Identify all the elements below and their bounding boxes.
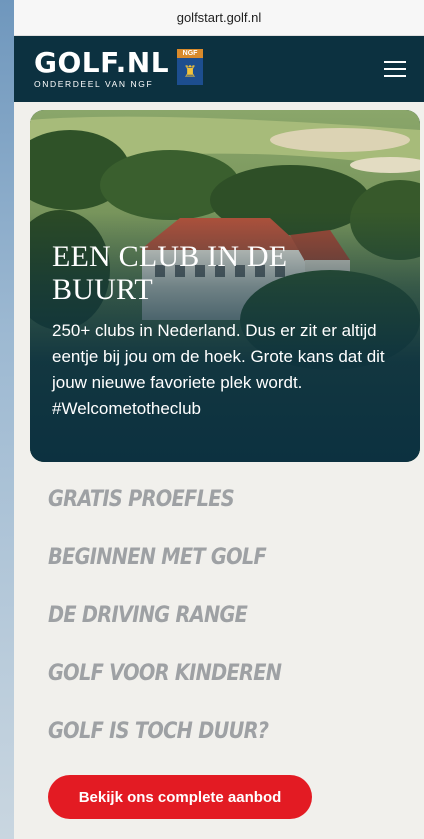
browser-url-bar[interactable]: golfstart.golf.nl: [14, 0, 424, 36]
logo-sub-text: ONDERDEEL VAN NGF: [34, 79, 154, 89]
hero-description: 250+ clubs in Nederland. Dus er zit er a…: [52, 321, 385, 418]
link-gratis-proefles[interactable]: GRATIS PROEFLES: [48, 487, 281, 545]
link-golf-voor-kinderen[interactable]: GOLF VOOR KINDEREN: [48, 661, 282, 719]
ngf-badge-label: NGF: [177, 49, 204, 58]
hero-title: EEN CLUB IN DE BUURT: [52, 240, 288, 306]
link-golf-is-toch-duur[interactable]: GOLF IS TOCH DUUR?: [48, 719, 281, 777]
ngf-lion-shield-icon: NGF ♜: [177, 49, 204, 87]
site-header: GOLF.NL ONDERDEEL VAN NGF NGF ♜: [14, 36, 424, 102]
hamburger-menu-icon[interactable]: [384, 55, 412, 83]
link-driving-range[interactable]: DE DRIVING RANGE: [48, 603, 281, 661]
lion-icon: ♜: [177, 58, 204, 85]
url-text: golfstart.golf.nl: [176, 10, 262, 25]
hero-card[interactable]: EEN CLUB IN DE BUURT 250+ clubs in Neder…: [30, 110, 420, 462]
link-beginnen-met-golf[interactable]: BEGINNEN MET GOLF: [48, 545, 281, 603]
complete-offer-button[interactable]: Bekijk ons complete aanbod: [48, 775, 312, 819]
site-logo[interactable]: GOLF.NL ONDERDEEL VAN NGF NGF ♜: [34, 46, 204, 90]
quick-links-list: GRATIS PROEFLES BEGINNEN MET GOLF DE DRI…: [48, 487, 313, 777]
logo-text: GOLF.NL ONDERDEEL VAN NGF: [34, 46, 170, 90]
mobile-screen: golfstart.golf.nl GOLF.NL ONDERDEEL VAN …: [14, 0, 424, 839]
background-edge-left: [0, 0, 14, 839]
logo-main-text: GOLF.NL: [34, 46, 170, 79]
